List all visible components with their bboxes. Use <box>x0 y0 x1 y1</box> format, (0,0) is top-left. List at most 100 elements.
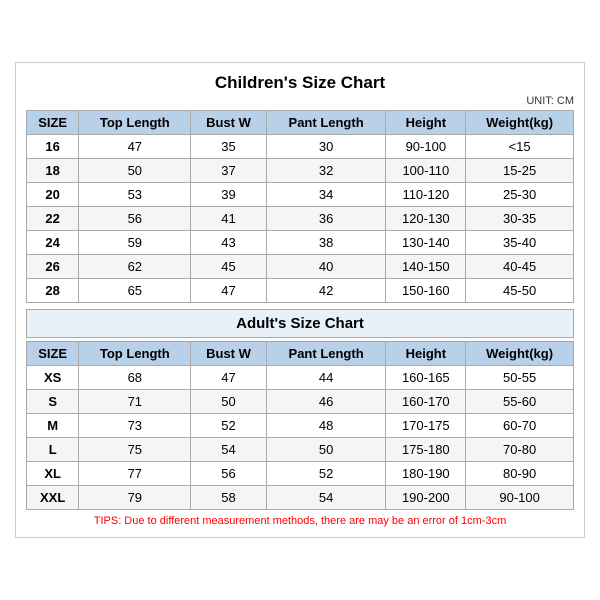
height-cell: 150-160 <box>386 279 466 303</box>
weight-cell: 60-70 <box>466 414 574 438</box>
pant-length-cell: 38 <box>266 231 386 255</box>
bust-w-cell: 50 <box>191 390 266 414</box>
children-table-row: 18 50 37 32 100-110 15-25 <box>27 159 574 183</box>
bust-w-cell: 43 <box>191 231 266 255</box>
size-cell: 22 <box>27 207 79 231</box>
weight-cell: 25-30 <box>466 183 574 207</box>
adult-table-row: XS 68 47 44 160-165 50-55 <box>27 366 574 390</box>
top-length-cell: 73 <box>79 414 191 438</box>
pant-length-cell: 44 <box>266 366 386 390</box>
height-cell: 170-175 <box>386 414 466 438</box>
pant-length-cell: 42 <box>266 279 386 303</box>
height-cell: 90-100 <box>386 135 466 159</box>
adult-header-row: SIZE Top Length Bust W Pant Length Heigh… <box>27 342 574 366</box>
weight-cell: 55-60 <box>466 390 574 414</box>
weight-cell: 90-100 <box>466 486 574 510</box>
adult-table-row: S 71 50 46 160-170 55-60 <box>27 390 574 414</box>
height-cell: 160-170 <box>386 390 466 414</box>
col-top-length: Top Length <box>79 111 191 135</box>
adult-col-size: SIZE <box>27 342 79 366</box>
size-cell: 20 <box>27 183 79 207</box>
weight-cell: 50-55 <box>466 366 574 390</box>
pant-length-cell: 40 <box>266 255 386 279</box>
weight-cell: 80-90 <box>466 462 574 486</box>
children-table-row: 24 59 43 38 130-140 35-40 <box>27 231 574 255</box>
weight-cell: 30-35 <box>466 207 574 231</box>
height-cell: 110-120 <box>386 183 466 207</box>
pant-length-cell: 32 <box>266 159 386 183</box>
height-cell: 180-190 <box>386 462 466 486</box>
children-table-row: 26 62 45 40 140-150 40-45 <box>27 255 574 279</box>
adult-title: Adult's Size Chart <box>26 309 574 338</box>
top-length-cell: 53 <box>79 183 191 207</box>
adult-table-row: XXL 79 58 54 190-200 90-100 <box>27 486 574 510</box>
size-cell: S <box>27 390 79 414</box>
height-cell: 160-165 <box>386 366 466 390</box>
weight-cell: 35-40 <box>466 231 574 255</box>
size-cell: 18 <box>27 159 79 183</box>
height-cell: 130-140 <box>386 231 466 255</box>
weight-cell: 40-45 <box>466 255 574 279</box>
bust-w-cell: 52 <box>191 414 266 438</box>
children-table: SIZE Top Length Bust W Pant Length Heigh… <box>26 110 574 303</box>
top-length-cell: 75 <box>79 438 191 462</box>
col-height: Height <box>386 111 466 135</box>
children-table-row: 16 47 35 30 90-100 <15 <box>27 135 574 159</box>
top-length-cell: 56 <box>79 207 191 231</box>
size-cell: 26 <box>27 255 79 279</box>
top-length-cell: 79 <box>79 486 191 510</box>
children-table-row: 28 65 47 42 150-160 45-50 <box>27 279 574 303</box>
adult-col-height: Height <box>386 342 466 366</box>
height-cell: 175-180 <box>386 438 466 462</box>
pant-length-cell: 36 <box>266 207 386 231</box>
bust-w-cell: 41 <box>191 207 266 231</box>
pant-length-cell: 54 <box>266 486 386 510</box>
children-table-row: 20 53 39 34 110-120 25-30 <box>27 183 574 207</box>
size-cell: M <box>27 414 79 438</box>
adult-col-top-length: Top Length <box>79 342 191 366</box>
top-length-cell: 71 <box>79 390 191 414</box>
children-title: Children's Size Chart <box>26 73 574 93</box>
adult-table-row: XL 77 56 52 180-190 80-90 <box>27 462 574 486</box>
bust-w-cell: 58 <box>191 486 266 510</box>
size-cell: 24 <box>27 231 79 255</box>
bust-w-cell: 47 <box>191 366 266 390</box>
bust-w-cell: 47 <box>191 279 266 303</box>
bust-w-cell: 39 <box>191 183 266 207</box>
children-table-row: 22 56 41 36 120-130 30-35 <box>27 207 574 231</box>
weight-cell: 45-50 <box>466 279 574 303</box>
top-length-cell: 68 <box>79 366 191 390</box>
unit-label: UNIT: CM <box>26 95 574 107</box>
adult-table: SIZE Top Length Bust W Pant Length Heigh… <box>26 341 574 510</box>
height-cell: 100-110 <box>386 159 466 183</box>
adult-col-pant-length: Pant Length <box>266 342 386 366</box>
bust-w-cell: 35 <box>191 135 266 159</box>
size-cell: XS <box>27 366 79 390</box>
bust-w-cell: 54 <box>191 438 266 462</box>
top-length-cell: 77 <box>79 462 191 486</box>
adult-table-row: L 75 54 50 175-180 70-80 <box>27 438 574 462</box>
pant-length-cell: 34 <box>266 183 386 207</box>
size-chart-container: Children's Size Chart UNIT: CM SIZE Top … <box>15 62 585 538</box>
col-pant-length: Pant Length <box>266 111 386 135</box>
adult-col-bust-w: Bust W <box>191 342 266 366</box>
weight-cell: <15 <box>466 135 574 159</box>
size-cell: 28 <box>27 279 79 303</box>
adult-table-row: M 73 52 48 170-175 60-70 <box>27 414 574 438</box>
size-cell: XL <box>27 462 79 486</box>
size-cell: L <box>27 438 79 462</box>
weight-cell: 15-25 <box>466 159 574 183</box>
pant-length-cell: 46 <box>266 390 386 414</box>
pant-length-cell: 30 <box>266 135 386 159</box>
col-size: SIZE <box>27 111 79 135</box>
top-length-cell: 65 <box>79 279 191 303</box>
adult-col-weight: Weight(kg) <box>466 342 574 366</box>
top-length-cell: 47 <box>79 135 191 159</box>
bust-w-cell: 56 <box>191 462 266 486</box>
size-cell: XXL <box>27 486 79 510</box>
children-header-row: SIZE Top Length Bust W Pant Length Heigh… <box>27 111 574 135</box>
tips-text: TIPS: Due to different measurement metho… <box>26 515 574 527</box>
top-length-cell: 50 <box>79 159 191 183</box>
bust-w-cell: 37 <box>191 159 266 183</box>
top-length-cell: 59 <box>79 231 191 255</box>
